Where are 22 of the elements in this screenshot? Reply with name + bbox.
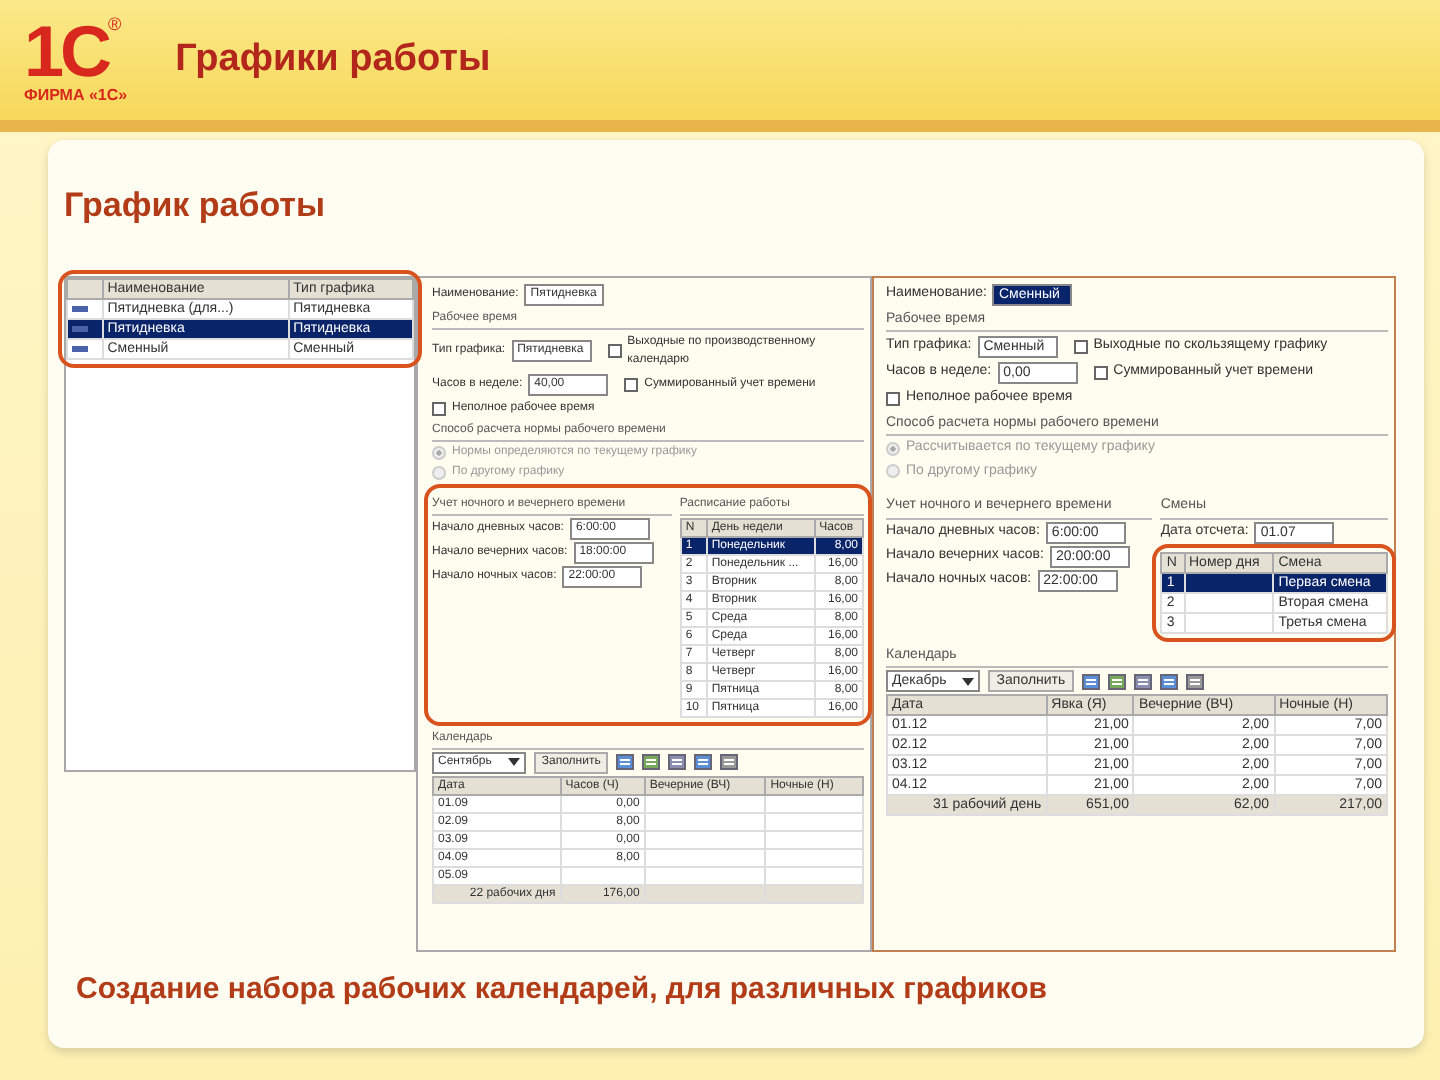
toolbar-icon[interactable]: [1185, 673, 1204, 689]
toolbar-icon[interactable]: [642, 754, 661, 770]
logo-caption: ФИРМА «1С»: [24, 88, 128, 104]
checkbox[interactable]: [624, 377, 639, 391]
slide-subtitle: График работы: [64, 184, 328, 228]
checkbox[interactable]: [1073, 340, 1088, 354]
registered-mark: ®: [108, 14, 122, 34]
checkbox[interactable]: [432, 401, 446, 415]
toolbar-icon[interactable]: [1159, 673, 1178, 689]
checkbox[interactable]: [1093, 366, 1108, 380]
slide-caption: Создание набора рабочих календарей, для различных графиков: [76, 969, 1049, 1009]
toolbar-icon[interactable]: [616, 754, 635, 770]
toolbar-icon[interactable]: [720, 754, 739, 770]
toolbar-icon[interactable]: [1133, 673, 1152, 689]
toolbar-icon[interactable]: [694, 754, 713, 770]
checkbox[interactable]: [886, 391, 900, 406]
toolbar-icon[interactable]: [668, 754, 687, 770]
toolbar-icon[interactable]: [1081, 673, 1100, 689]
checkbox[interactable]: [607, 344, 622, 358]
slide-title: Графики работы: [175, 35, 491, 84]
toolbar-icon[interactable]: [1107, 673, 1126, 689]
logo-text: 1С: [24, 10, 109, 92]
